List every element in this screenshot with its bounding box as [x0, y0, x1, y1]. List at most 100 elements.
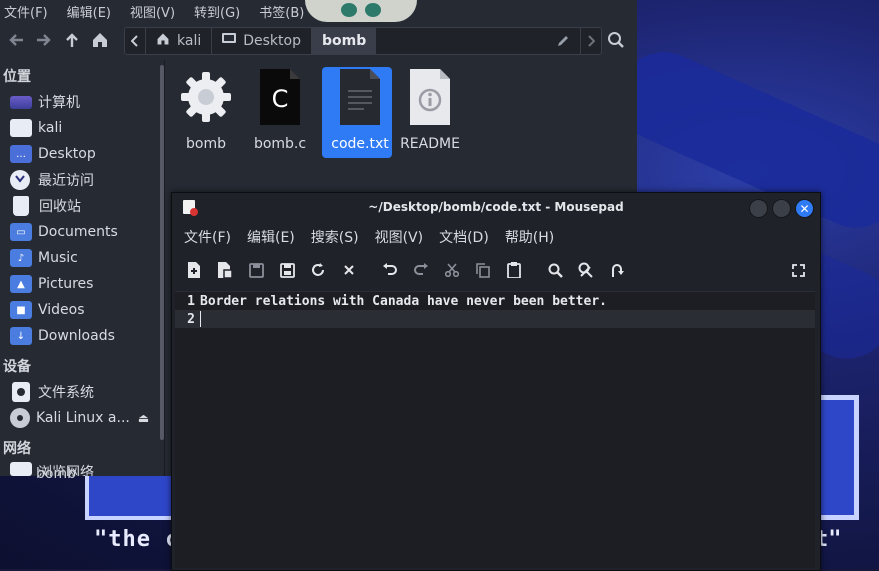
sidebar-scrollbar[interactable]: [160, 65, 164, 440]
sidebar-item-label: 计算机: [38, 95, 80, 111]
undo-icon[interactable]: [378, 258, 402, 282]
sidebar-item-label: Downloads: [38, 328, 115, 344]
redo-icon[interactable]: [409, 258, 433, 282]
sidebar-item-documents[interactable]: ▭ Documents: [10, 220, 118, 244]
close-document-icon[interactable]: [337, 258, 361, 282]
places-header: 位置: [3, 69, 31, 85]
eject-icon[interactable]: ⏏: [138, 411, 149, 425]
sidebar-item-label: Pictures: [38, 276, 94, 292]
sidebar-item-kali[interactable]: kali: [10, 116, 62, 140]
file-item-code-txt[interactable]: code.txt: [322, 66, 395, 158]
wallpaper-quote: "the c: [94, 527, 180, 552]
line-text: Border relations with Canada have never …: [200, 293, 607, 309]
sidebar-item-music[interactable]: ♪ Music: [10, 246, 78, 270]
new-window-icon[interactable]: [213, 258, 237, 282]
pictures-folder-icon: ▲: [10, 275, 32, 293]
breadcrumb-desktop[interactable]: Desktop: [212, 28, 312, 54]
sidebar-item-pictures[interactable]: ▲ Pictures: [10, 272, 93, 296]
trash-icon: [13, 196, 29, 216]
sidebar-item-label: Videos: [38, 302, 85, 318]
menu-file[interactable]: 文件(F): [184, 227, 231, 247]
sidebar-item-kali-disc[interactable]: Kali Linux a... ⏏: [10, 406, 149, 430]
documents-folder-icon: ▭: [10, 223, 32, 241]
sidebar: 位置 计算机 kali … Desktop 最近访问 回收站 ▭ Documen…: [0, 60, 165, 476]
sidebar-item-label: Kali Linux a...: [36, 410, 130, 426]
text-editor[interactable]: 1 Border relations with Canada have neve…: [175, 291, 815, 568]
network-icon: [10, 462, 32, 476]
menu-search[interactable]: 搜索(S): [311, 227, 359, 247]
breadcrumb-label: bomb: [321, 33, 367, 49]
up-arrow-icon[interactable]: [60, 28, 84, 52]
breadcrumb-label: Desktop: [243, 33, 301, 49]
file-name: bomb: [186, 136, 226, 152]
breadcrumb-kali[interactable]: kali: [146, 28, 213, 54]
goto-line-icon[interactable]: [605, 258, 629, 282]
text-caret: [200, 311, 201, 327]
filesystem-icon: [12, 382, 30, 402]
hidden-file-label: bomb: [36, 466, 76, 482]
breadcrumb-bomb[interactable]: bomb: [311, 28, 377, 54]
sidebar-item-videos[interactable]: ■ Videos: [10, 298, 85, 322]
menu-go[interactable]: 转到(G): [190, 2, 244, 21]
menu-document[interactable]: 文档(D): [439, 227, 489, 247]
desktop-folder-icon: …: [10, 145, 32, 163]
maximize-button[interactable]: [772, 199, 791, 218]
executable-gear-icon: [178, 66, 234, 128]
editor-line-current: 2: [175, 310, 815, 328]
window-titlebar[interactable]: ~/Desktop/bomb/code.txt - Mousepad: [172, 193, 820, 221]
info-file-icon: [402, 66, 458, 128]
file-item-bomb[interactable]: bomb: [171, 66, 241, 154]
paste-icon[interactable]: [502, 258, 526, 282]
menu-help[interactable]: 帮助(H): [505, 227, 554, 247]
file-item-bomb-c[interactable]: C bomb.c: [245, 66, 315, 154]
breadcrumb-scroll-right[interactable]: [581, 28, 601, 54]
file-name: code.txt: [331, 136, 389, 152]
save-icon[interactable]: [244, 258, 268, 282]
menu-edit[interactable]: 编辑(E): [63, 2, 115, 21]
search-icon[interactable]: [604, 28, 628, 52]
copy-icon[interactable]: [471, 258, 495, 282]
close-button[interactable]: ✕: [795, 199, 814, 218]
sidebar-item-trash[interactable]: 回收站: [10, 194, 81, 218]
videos-folder-icon: ■: [10, 301, 32, 319]
reload-icon[interactable]: [306, 258, 330, 282]
menu-view[interactable]: 视图(V): [126, 2, 179, 21]
file-name: bomb.c: [253, 136, 307, 152]
sidebar-item-desktop[interactable]: … Desktop: [10, 142, 96, 166]
fullscreen-icon[interactable]: [786, 258, 810, 282]
network-header: 网络: [3, 441, 31, 457]
edit-path-icon[interactable]: [546, 28, 581, 54]
mousepad-app-icon: [183, 200, 198, 216]
recent-icon: [10, 170, 30, 190]
breadcrumb-scroll-left[interactable]: [125, 28, 146, 54]
sidebar-item-label: kali: [38, 120, 63, 136]
new-document-icon[interactable]: [182, 258, 206, 282]
find-icon[interactable]: [543, 258, 567, 282]
home-icon[interactable]: [88, 28, 112, 52]
sidebar-item-downloads[interactable]: ↓ Downloads: [10, 324, 115, 348]
save-as-icon[interactable]: [275, 258, 299, 282]
sidebar-item-recent[interactable]: 最近访问: [10, 168, 94, 192]
back-arrow-icon[interactable]: [4, 28, 28, 52]
cut-icon[interactable]: [440, 258, 464, 282]
disc-icon: [10, 408, 30, 428]
close-icon: ✕: [799, 201, 810, 216]
sidebar-item-label: Music: [38, 250, 78, 266]
menu-file[interactable]: 文件(F): [0, 2, 52, 21]
find-replace-icon[interactable]: [574, 258, 598, 282]
sidebar-item-filesystem[interactable]: 文件系统: [10, 380, 94, 404]
minimize-button[interactable]: [749, 199, 768, 218]
downloads-folder-icon: ↓: [10, 327, 32, 345]
menu-bookmarks[interactable]: 书签(B): [255, 2, 308, 21]
sidebar-item-computer[interactable]: 计算机: [10, 90, 80, 114]
menu-edit[interactable]: 编辑(E): [247, 227, 295, 247]
home-folder-icon: [10, 119, 32, 137]
mousepad-menubar: 文件(F) 编辑(E) 搜索(S) 视图(V) 文档(D) 帮助(H): [172, 225, 558, 249]
file-name: README: [400, 136, 460, 152]
breadcrumb: kali Desktop bomb: [124, 27, 602, 55]
forward-arrow-icon[interactable]: [32, 28, 56, 52]
file-item-readme[interactable]: README: [395, 66, 465, 154]
menu-view[interactable]: 视图(V): [375, 227, 424, 247]
window-title: ~/Desktop/bomb/code.txt - Mousepad: [368, 200, 624, 214]
computer-icon: [10, 95, 32, 109]
